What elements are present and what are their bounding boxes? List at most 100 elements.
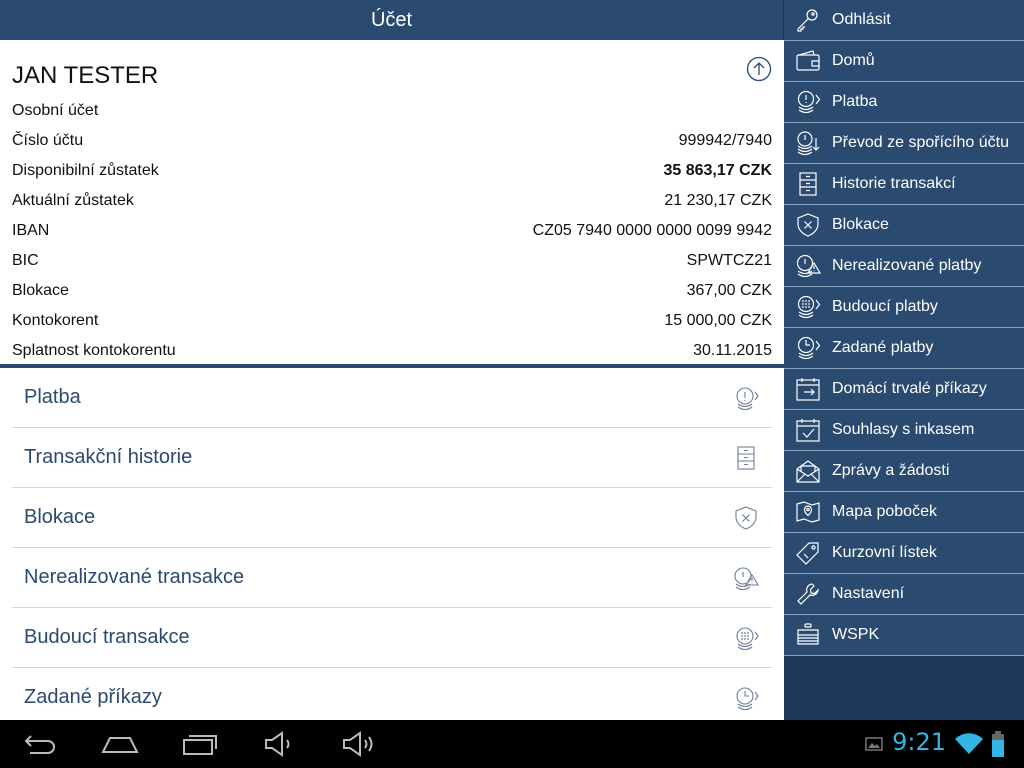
piggy-icon (784, 615, 832, 656)
action-submitted-orders[interactable]: Zadané příkazy (12, 668, 772, 720)
action-transaction-history[interactable]: Transakční historie (12, 428, 772, 488)
detail-value: SPWTCZ21 (686, 252, 772, 269)
detail-label: Kontokorent (12, 312, 99, 329)
sidebar-item-label: Budoucí platby (832, 298, 938, 315)
sidebar-item-label: Blokace (832, 216, 889, 233)
key-icon (784, 0, 832, 41)
detail-row-iban: IBAN CZ05 7940 0000 0000 0099 9942 (12, 216, 772, 246)
detail-row-account-number: Číslo účtu 999942/7940 (12, 126, 772, 156)
sidebar-item-exchange-rates[interactable]: Kurzovní lístek (784, 533, 1024, 574)
wrench-icon (784, 574, 832, 615)
coin-warning-icon (732, 564, 760, 592)
shield-x-icon (784, 205, 832, 246)
detail-value: CZ05 7940 0000 0000 0099 9942 (532, 222, 772, 239)
account-holder-name: JAN TESTER (12, 62, 159, 89)
sidebar-item-logout[interactable]: Odhlásit (784, 0, 1024, 41)
volume-down-icon[interactable] (262, 730, 302, 758)
sidebar-item-home[interactable]: Domů (784, 41, 1024, 82)
calendar-arrow-icon (784, 369, 832, 410)
action-payment[interactable]: Platba (12, 368, 772, 428)
battery-icon (990, 730, 1006, 758)
sidebar-item-messages-requests[interactable]: Zprávy a žádosti (784, 451, 1024, 492)
sidebar-item-future-payments[interactable]: Budoucí platby (784, 287, 1024, 328)
sidebar-item-submitted-payments[interactable]: Zadané platby (784, 328, 1024, 369)
sidebar-item-transaction-history[interactable]: Historie transakcí (784, 164, 1024, 205)
detail-label: IBAN (12, 222, 50, 239)
sidebar-item-savings-transfer[interactable]: Převod ze spořícího účtu (784, 123, 1024, 164)
detail-row-bic: BIC SPWTCZ21 (12, 246, 772, 276)
tag-icon (784, 533, 832, 574)
sidebar-item-label: Platba (832, 93, 878, 110)
coin-clock-icon (784, 328, 832, 369)
envelope-icon (784, 451, 832, 492)
coin-clock-icon (732, 684, 760, 712)
sidebar-item-branch-map[interactable]: Mapa poboček (784, 492, 1024, 533)
sidebar-item-blocked[interactable]: Blokace (784, 205, 1024, 246)
screenshot-notification-icon (864, 736, 884, 752)
coins-down-icon (784, 123, 832, 164)
system-navigation-bar: 9:21 (0, 720, 1024, 768)
sidebar-item-label: Kurzovní lístek (832, 544, 937, 561)
volume-up-icon[interactable] (340, 730, 380, 758)
detail-value: 35 863,17 CZK (663, 162, 772, 179)
account-details: Číslo účtu 999942/7940 Disponibilní zůsta… (12, 126, 772, 366)
main-panel: Účet JAN TESTER Osobní účet Číslo účtu 99… (0, 0, 784, 720)
detail-label: Splatnost kontokorentu (12, 342, 176, 359)
action-label: Zadané příkazy (24, 686, 162, 708)
action-future-transactions[interactable]: Budoucí transakce (12, 608, 772, 668)
sidebar-item-label: Domů (832, 52, 875, 69)
calendar-check-icon (784, 410, 832, 451)
action-blocked[interactable]: Blokace (12, 488, 772, 548)
coin-keypad-icon (784, 287, 832, 328)
cabinet-icon (732, 444, 760, 472)
detail-label: Číslo účtu (12, 132, 84, 149)
action-label: Platba (24, 386, 81, 408)
detail-row-overdraft-due: Splatnost kontokorentu 30.11.2015 (12, 336, 772, 366)
sidebar-item-label: WSPK (832, 626, 880, 643)
wifi-icon (954, 732, 984, 756)
action-label: Budoucí transakce (24, 626, 190, 648)
sidebar-item-label: Domácí trvalé příkazy (832, 380, 987, 397)
detail-label: Disponibilní zůstatek (12, 162, 159, 179)
side-menu: Odhlásit Domů Platba Převod ze spořícího… (784, 0, 1024, 720)
coin-arrow-icon (732, 384, 760, 412)
sidebar-item-settings[interactable]: Nastavení (784, 574, 1024, 615)
action-label: Transakční historie (24, 446, 193, 468)
page-title: Účet (0, 0, 784, 40)
detail-label: BIC (12, 252, 39, 269)
detail-row-blocked: Blokace 367,00 CZK (12, 276, 772, 306)
map-icon (784, 492, 832, 533)
account-card: JAN TESTER Osobní účet Číslo účtu 999942/… (0, 40, 784, 364)
detail-row-overdraft: Kontokorent 15 000,00 CZK (12, 306, 772, 336)
sidebar-item-label: Zadané platby (832, 339, 934, 356)
action-list: Platba Transakční historie Blokace Nerea… (0, 368, 784, 720)
sidebar-item-unrealized-payments[interactable]: Nerealizované platby (784, 246, 1024, 287)
detail-value: 999942/7940 (678, 132, 772, 149)
sidebar-item-wspk[interactable]: WSPK (784, 615, 1024, 656)
sidebar-item-standing-orders[interactable]: Domácí trvalé příkazy (784, 369, 1024, 410)
sidebar-item-label: Nastavení (832, 585, 905, 602)
back-icon[interactable] (20, 730, 60, 758)
detail-value: 367,00 CZK (686, 282, 772, 299)
account-type: Osobní účet (12, 102, 99, 119)
recent-apps-icon[interactable] (180, 730, 220, 758)
coin-warning-icon (784, 246, 832, 287)
cabinet-icon (784, 164, 832, 205)
sidebar-item-payment[interactable]: Platba (784, 82, 1024, 123)
home-icon[interactable] (100, 730, 140, 758)
coin-keypad-icon (732, 624, 760, 652)
status-clock: 9:21 (892, 728, 946, 756)
sidebar-item-direct-debit-consents[interactable]: Souhlasy s inkasem (784, 410, 1024, 451)
collapse-up-icon[interactable] (746, 56, 772, 82)
shield-x-icon (732, 504, 760, 532)
detail-value: 21 230,17 CZK (664, 192, 772, 209)
coin-arrow-icon (784, 82, 832, 123)
detail-label: Blokace (12, 282, 69, 299)
detail-value: 15 000,00 CZK (664, 312, 772, 329)
app-window: Účet JAN TESTER Osobní účet Číslo účtu 99… (0, 0, 1024, 720)
action-unrealized-transactions[interactable]: Nerealizované transakce (12, 548, 772, 608)
sidebar-item-label: Mapa poboček (832, 503, 937, 520)
detail-row-available-balance: Disponibilní zůstatek 35 863,17 CZK (12, 156, 772, 186)
detail-row-current-balance: Aktuální zůstatek 21 230,17 CZK (12, 186, 772, 216)
sidebar-item-label: Převod ze spořícího účtu (832, 134, 1009, 151)
